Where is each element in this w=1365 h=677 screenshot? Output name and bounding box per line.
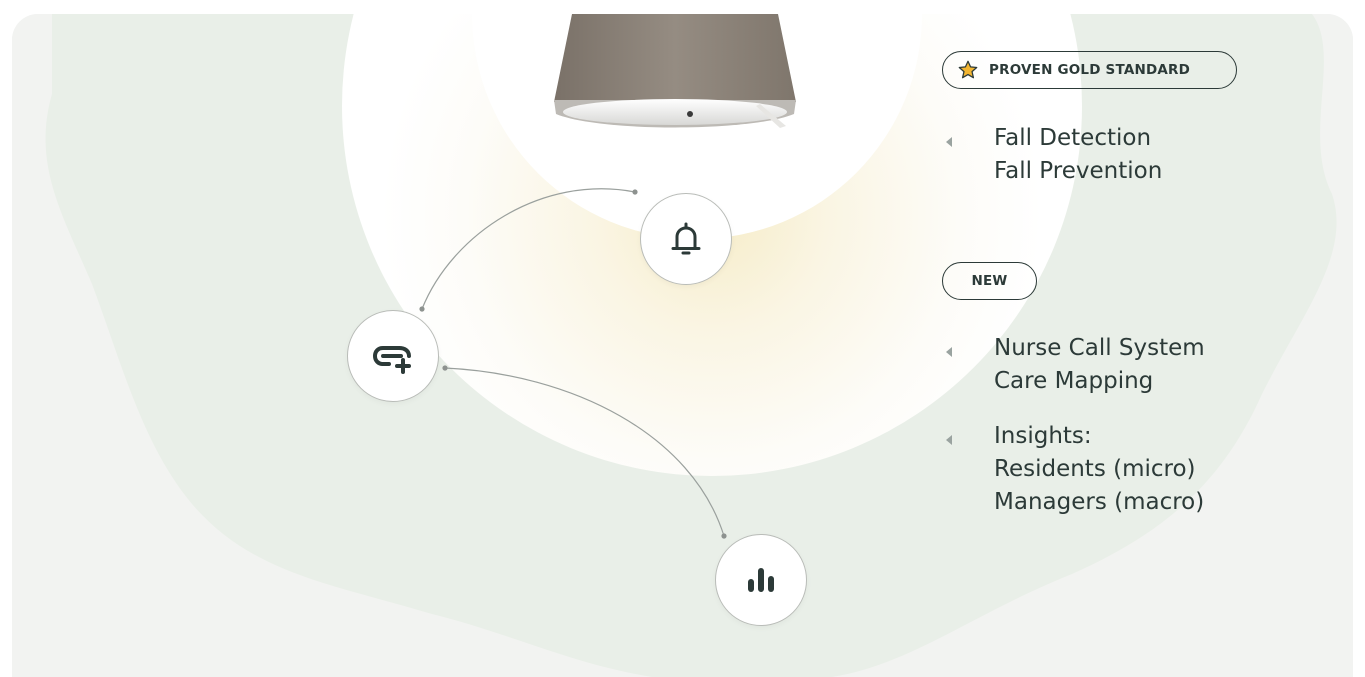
bell-icon <box>671 222 701 255</box>
care-node[interactable] <box>347 310 439 402</box>
bar-chart-icon <box>748 568 774 592</box>
feature-nurse-call: Nurse Call System Care Mapping <box>942 332 1205 398</box>
lamp-image <box>554 14 796 128</box>
feature-line: Insights: <box>994 423 1092 449</box>
hero-illustration: PROVEN GOLD STANDARD Fall Detection Fall… <box>12 14 1353 677</box>
triangle-bullet-icon <box>946 137 952 147</box>
feature-line: Managers (macro) <box>994 489 1205 515</box>
feature-line: Care Mapping <box>994 368 1154 394</box>
star-icon <box>958 60 978 79</box>
triangle-bullet-icon <box>946 435 952 445</box>
feature-insights: Insights: Residents (micro) Managers (ma… <box>942 420 1204 519</box>
gold-standard-badge: PROVEN GOLD STANDARD <box>942 51 1237 89</box>
triangle-bullet-icon <box>946 347 952 357</box>
feature-line: Fall Prevention <box>994 158 1163 184</box>
bell-node[interactable] <box>640 193 732 285</box>
gold-standard-label: PROVEN GOLD STANDARD <box>989 62 1191 78</box>
feature-line: Residents (micro) <box>994 456 1196 482</box>
insights-node[interactable] <box>715 534 807 626</box>
feature-line: Nurse Call System <box>994 335 1205 361</box>
feature-line: Fall Detection <box>994 125 1152 151</box>
new-label: NEW <box>971 273 1008 289</box>
link-plus-icon <box>372 346 411 374</box>
feature-fall: Fall Detection Fall Prevention <box>942 122 1162 188</box>
new-badge: NEW <box>942 262 1037 300</box>
